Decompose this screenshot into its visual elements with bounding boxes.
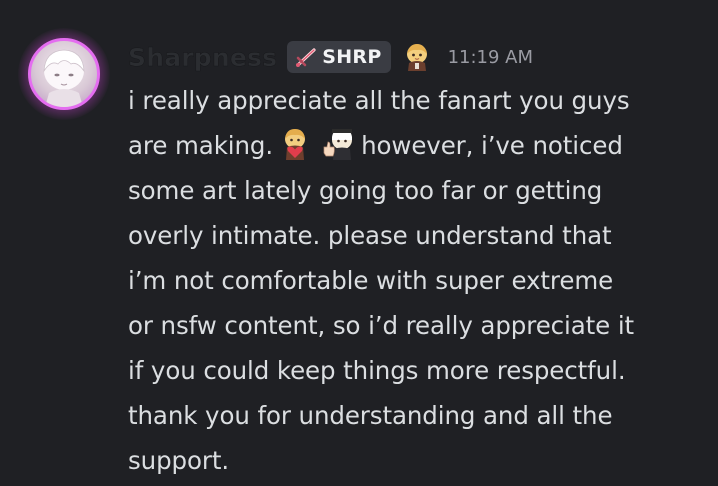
message-content: i really appreciate all the fanart you g… bbox=[128, 78, 708, 483]
message-line: some art lately going too far or getting bbox=[128, 176, 603, 205]
message-line: thank you for understanding and all the bbox=[128, 401, 613, 430]
message-text: are making. bbox=[128, 131, 274, 160]
username[interactable]: Sharpness bbox=[128, 42, 277, 71]
message-header: Sharpness SHRP 11:19 AM bbox=[128, 40, 533, 74]
message-line: i really appreciate all the fanart you g… bbox=[128, 86, 630, 115]
message-line: are making. however, i’ve noticed bbox=[128, 123, 708, 168]
message-line: support. bbox=[128, 446, 230, 475]
message-timestamp[interactable]: 11:19 AM bbox=[448, 47, 533, 68]
message-line: if you could keep things more respectful… bbox=[128, 356, 626, 385]
chibi-thumbs-up-emoji-icon bbox=[323, 129, 353, 160]
avatar-white-hair-character-icon bbox=[43, 49, 85, 107]
message-line: i’m not comfortable with super extreme bbox=[128, 266, 614, 295]
chibi-heart-emoji[interactable] bbox=[277, 127, 313, 161]
message-text: however, i’ve noticed bbox=[361, 131, 623, 160]
message-line: or nsfw content, so i’d really appreciat… bbox=[128, 311, 635, 340]
message-line: overly intimate. please understand that bbox=[128, 221, 612, 250]
avatar-image bbox=[28, 38, 100, 110]
chibi-character-icon[interactable] bbox=[403, 42, 431, 72]
chibi-thumbs-up-emoji[interactable] bbox=[321, 127, 357, 161]
server-tag[interactable]: SHRP bbox=[287, 41, 391, 73]
avatar[interactable] bbox=[18, 28, 110, 120]
sword-icon bbox=[296, 48, 316, 67]
chibi-heart-emoji-icon bbox=[285, 129, 306, 160]
server-tag-label: SHRP bbox=[322, 46, 382, 68]
chat-message: Sharpness SHRP 11:19 AM i really appreci… bbox=[0, 0, 718, 486]
